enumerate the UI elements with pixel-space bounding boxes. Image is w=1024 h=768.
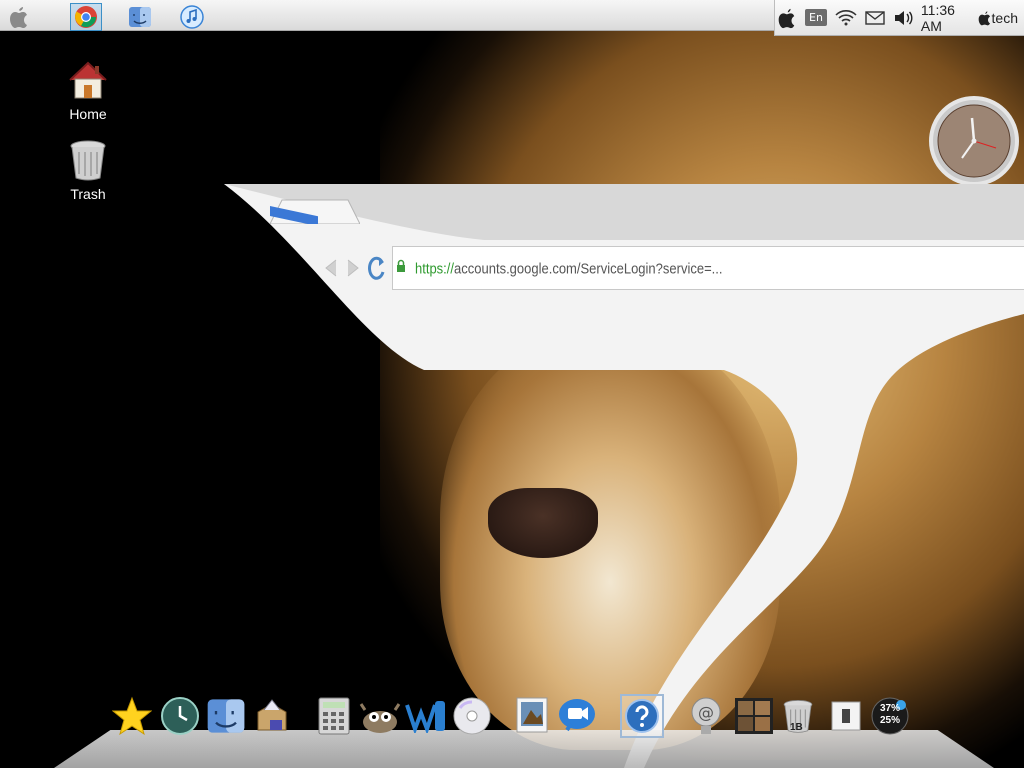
power-icon: [831, 701, 861, 731]
address-bar[interactable]: https://accounts.google.com/ServiceLogin…: [392, 246, 1024, 290]
forward-arrow-icon: [347, 259, 359, 277]
dock-item-mail[interactable]: @: [684, 694, 728, 738]
user-menu[interactable]: tech: [976, 5, 1018, 31]
user-name: tech: [991, 9, 1018, 26]
dock-item-system-monitor[interactable]: 37% 25%: [868, 694, 912, 738]
finder-icon: [207, 699, 245, 733]
url-text: https://accounts.google.com/ServiceLogin…: [415, 260, 723, 277]
system-tray: En 11:36 AM tech: [774, 0, 1024, 36]
dock-item-favorites[interactable]: [110, 694, 154, 738]
star-icon: [112, 696, 152, 736]
mail-package-icon: [257, 699, 287, 731]
reload-button[interactable]: [368, 254, 386, 286]
analog-clock-widget[interactable]: [926, 96, 1024, 186]
itunes-icon: [180, 5, 204, 29]
browser-tab[interactable]: [269, 198, 361, 227]
dock-item-calculator[interactable]: [312, 694, 356, 738]
panel-launcher-itunes[interactable]: [176, 3, 208, 31]
desktop-icon-label: Home: [69, 106, 107, 122]
dock-item-photo-booth[interactable]: [732, 694, 776, 738]
back-arrow-icon: [325, 259, 337, 277]
trash-icon: [70, 140, 106, 181]
secure-lock-icon: [396, 258, 406, 272]
dock-item-trash[interactable]: 1B: [776, 694, 820, 738]
clock[interactable]: 11:36 AM: [921, 2, 968, 34]
photo-preview-icon: [516, 697, 548, 733]
desktop-icon-trash[interactable]: Trash: [54, 138, 122, 202]
mail-icon[interactable]: [865, 5, 885, 31]
gimp-icon: [359, 703, 401, 733]
panel-launcher-finder[interactable]: [124, 3, 156, 31]
url-scheme: https://: [415, 259, 455, 277]
desktop-icon-home[interactable]: Home: [54, 58, 122, 122]
desktop-icon-label: Trash: [70, 186, 106, 202]
apple-logo-icon: [978, 10, 990, 25]
dock-item-time-machine[interactable]: [158, 694, 202, 738]
dock-item-finder[interactable]: [204, 694, 248, 738]
photo-booth-icon: [735, 698, 773, 734]
language-label: En: [805, 9, 827, 26]
dock: @ 1B 37% 25%: [54, 690, 994, 768]
panel-launcher-chrome[interactable]: [70, 3, 102, 31]
trash-size-badge: 1B: [790, 722, 803, 733]
help-icon: [625, 699, 659, 733]
wordpress-icon: [405, 701, 445, 733]
top-panel: En 11:36 AM tech: [0, 0, 1024, 36]
keyboard-layout-indicator[interactable]: En: [805, 5, 827, 31]
chrome-icon: [75, 6, 97, 28]
dock-item-dvd-player[interactable]: [450, 694, 494, 738]
apple-logo-icon[interactable]: [775, 5, 797, 31]
wifi-icon[interactable]: [835, 5, 857, 31]
dvd-icon: [453, 697, 491, 735]
forward-button[interactable]: [344, 258, 362, 282]
svg-text:@: @: [698, 703, 714, 722]
address-icon: @: [691, 697, 721, 734]
dock-item-facetime[interactable]: [556, 694, 600, 738]
dock-item-package[interactable]: [250, 694, 294, 738]
finder-icon: [129, 7, 151, 27]
memory-usage-label: 25%: [880, 715, 901, 726]
url-host: accounts.google.com: [454, 259, 577, 277]
page-heading: [341, 320, 767, 350]
dock-item-power[interactable]: [824, 694, 868, 738]
dock-item-help[interactable]: [620, 694, 664, 738]
facetime-icon: [559, 699, 595, 732]
volume-icon[interactable]: [893, 5, 913, 31]
dock-item-preview[interactable]: [510, 694, 554, 738]
time-machine-icon: [161, 697, 199, 735]
calculator-icon: [318, 697, 350, 735]
dock-item-gimp[interactable]: [358, 694, 402, 738]
apple-menu-icon[interactable]: [6, 4, 32, 28]
cpu-usage-label: 37%: [880, 703, 901, 714]
reload-icon: [368, 256, 385, 280]
home-icon: [69, 61, 107, 99]
url-path: /ServiceLogin?service=...: [576, 259, 723, 277]
dock-item-wordpress[interactable]: [404, 694, 448, 738]
back-button[interactable]: [322, 258, 340, 282]
